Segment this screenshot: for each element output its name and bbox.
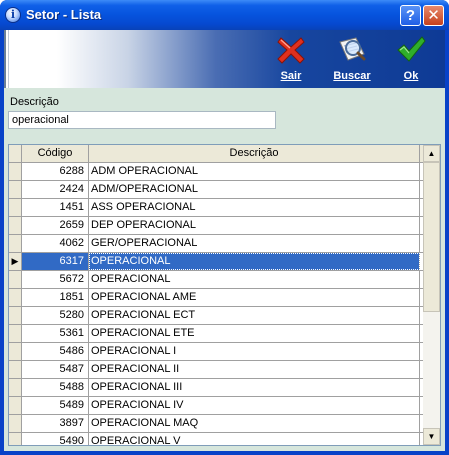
cell-descricao[interactable]: OPERACIONAL V [89,433,420,445]
sair-button[interactable]: Sair [272,30,310,88]
descricao-label: Descrição [10,96,59,108]
row-indicator[interactable] [9,289,22,306]
cell-descricao[interactable]: ADM/OPERACIONAL [89,181,420,198]
cell-codigo[interactable]: 5280 [22,307,89,324]
cell-descricao[interactable]: OPERACIONAL [89,253,420,270]
cell-codigo[interactable]: 5361 [22,325,89,342]
magnifier-icon [339,37,366,61]
cell-codigo[interactable]: 5490 [22,433,89,445]
cell-codigo[interactable]: 6317 [22,253,89,270]
vertical-scrollbar[interactable]: ▲ ▼ [423,145,440,445]
cell-codigo[interactable]: 3897 [22,415,89,432]
cell-descricao[interactable]: OPERACIONAL MAQ [89,415,420,432]
table-row[interactable]: 3897 OPERACIONAL MAQ [9,415,423,433]
toolbar-grip [4,30,9,88]
cell-descricao[interactable]: ADM OPERACIONAL [89,163,420,180]
table-row[interactable]: 1851 OPERACIONAL AME [9,289,423,307]
cell-codigo[interactable]: 1851 [22,289,89,306]
header-indicator [9,145,22,163]
dialog-window: i Setor - Lista ? ✕ Sair Buscar Ok Descr… [0,0,449,455]
table-row[interactable]: 5488 OPERACIONAL III [9,379,423,397]
buscar-button[interactable]: Buscar [330,30,374,88]
window-title: Setor - Lista [26,7,102,22]
table-row[interactable]: 5489 OPERACIONAL IV [9,397,423,415]
table-row[interactable]: 1451 ASS OPERACIONAL [9,199,423,217]
cell-descricao[interactable]: OPERACIONAL IV [89,397,420,414]
cell-descricao[interactable]: ASS OPERACIONAL [89,199,420,216]
cell-codigo[interactable]: 5487 [22,361,89,378]
red-x-icon [277,37,305,64]
cell-codigo[interactable]: 5486 [22,343,89,360]
row-indicator[interactable] [9,181,22,198]
cell-codigo[interactable]: 5489 [22,397,89,414]
row-indicator[interactable] [9,199,22,216]
cell-descricao[interactable]: OPERACIONAL I [89,343,420,360]
table-row[interactable]: 2424 ADM/OPERACIONAL [9,181,423,199]
cell-descricao[interactable]: DEP OPERACIONAL [89,217,420,234]
row-indicator[interactable] [9,361,22,378]
row-indicator[interactable] [9,433,22,445]
row-indicator[interactable] [9,325,22,342]
cell-descricao[interactable]: OPERACIONAL II [89,361,420,378]
table-row[interactable]: ▶ 6317 OPERACIONAL [9,253,423,271]
grid-rows: 6288 ADM OPERACIONAL 2424 ADM/OPERACIONAL 14… [9,163,423,445]
info-icon[interactable]: i [5,7,21,23]
cell-descricao[interactable]: OPERACIONAL III [89,379,420,396]
sair-label: Sair [280,70,302,82]
cell-descricao[interactable]: OPERACIONAL ECT [89,307,420,324]
row-indicator[interactable] [9,217,22,234]
close-button[interactable]: ✕ [423,5,444,26]
cell-descricao[interactable]: OPERACIONAL [89,271,420,288]
client-area: Sair Buscar Ok Descrição operacional Cód… [4,30,445,451]
table-row[interactable]: 5487 OPERACIONAL II [9,361,423,379]
help-button[interactable]: ? [400,5,421,26]
green-check-icon [397,36,426,62]
table-row[interactable]: 2659 DEP OPERACIONAL [9,217,423,235]
title-bar[interactable]: i Setor - Lista ? ✕ [0,0,449,30]
table-row[interactable]: 5486 OPERACIONAL I [9,343,423,361]
descricao-input[interactable] [8,111,276,129]
table-row[interactable]: 5280 OPERACIONAL ECT [9,307,423,325]
row-indicator[interactable] [9,307,22,324]
grid-header: Código Descrição [9,145,423,163]
cell-codigo[interactable]: 1451 [22,199,89,216]
row-indicator[interactable] [9,163,22,180]
cell-descricao[interactable]: OPERACIONAL AME [89,289,420,306]
row-indicator[interactable] [9,415,22,432]
table-row[interactable]: 5672 OPERACIONAL [9,271,423,289]
table-row[interactable]: 4062 GER/OPERACIONAL [9,235,423,253]
row-pointer-icon[interactable]: ▶ [9,253,22,270]
row-indicator[interactable] [9,379,22,396]
cell-descricao[interactable]: GER/OPERACIONAL [89,235,420,252]
row-indicator[interactable] [9,235,22,252]
scroll-thumb[interactable] [423,162,440,312]
table-row[interactable]: 5490 OPERACIONAL V [9,433,423,445]
cell-codigo[interactable]: 5672 [22,271,89,288]
header-descricao[interactable]: Descrição [89,145,420,163]
cell-descricao[interactable]: OPERACIONAL ETE [89,325,420,342]
row-indicator[interactable] [9,271,22,288]
row-indicator[interactable] [9,343,22,360]
cell-codigo[interactable]: 6288 [22,163,89,180]
table-row[interactable]: 6288 ADM OPERACIONAL [9,163,423,181]
cell-codigo[interactable]: 2424 [22,181,89,198]
row-indicator[interactable] [9,397,22,414]
scroll-down-button[interactable]: ▼ [423,428,440,445]
header-codigo[interactable]: Código [22,145,89,163]
cell-codigo[interactable]: 5488 [22,379,89,396]
buscar-label: Buscar [333,70,371,82]
toolbar: Sair Buscar Ok [4,30,445,88]
results-grid[interactable]: Código Descrição 6288 ADM OPERACIONAL 2424… [8,144,441,446]
cell-codigo[interactable]: 4062 [22,235,89,252]
table-row[interactable]: 5361 OPERACIONAL ETE [9,325,423,343]
ok-label: Ok [403,70,419,82]
ok-button[interactable]: Ok [394,30,428,88]
cell-codigo[interactable]: 2659 [22,217,89,234]
scroll-up-button[interactable]: ▲ [423,145,440,162]
